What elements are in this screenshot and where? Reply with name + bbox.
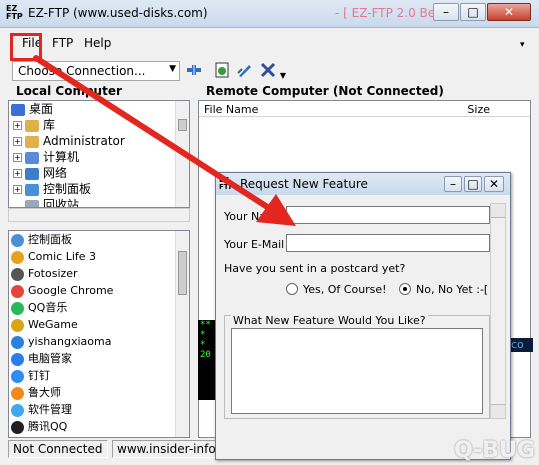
watermark: Q-BUG xyxy=(454,438,535,463)
pointer-arrow xyxy=(33,55,296,226)
ez-ftp-window: EZ FTP EZ-FTP (www.used-disks.com) - [ E… xyxy=(0,0,539,465)
